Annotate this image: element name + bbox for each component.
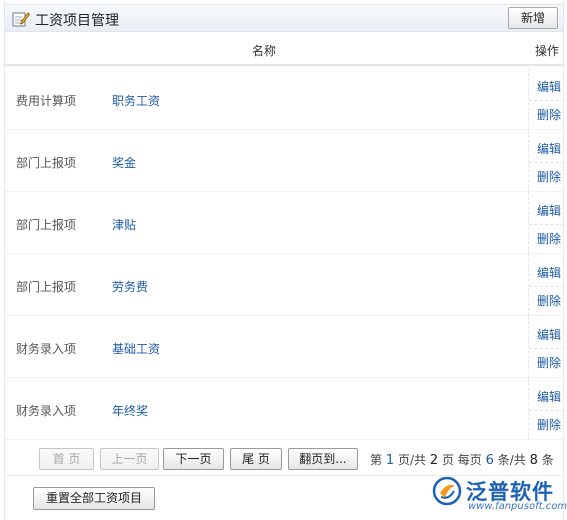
delete-link[interactable]: 删除 (537, 354, 561, 371)
table-row: 财务录入项 基础工资 编辑 删除 (4, 316, 564, 378)
brand-logo: 泛普软件 www.fanpusoft.com (432, 474, 567, 514)
divider (529, 224, 564, 225)
row-name-link[interactable]: 基础工资 (112, 340, 160, 357)
row-actions: 编辑 删除 (528, 192, 564, 254)
next-page-button[interactable]: 下一页 (163, 448, 224, 470)
row-actions: 编辑 删除 (528, 378, 564, 440)
column-header-operation: 操作 (534, 44, 559, 58)
row-name-link[interactable]: 职务工资 (112, 92, 160, 109)
table-row: 财务录入项 年终奖 编辑 删除 (4, 378, 564, 440)
row-actions: 编辑 删除 (528, 68, 564, 130)
panel-header: 工资项目管理 新增 (4, 4, 564, 32)
column-header-name: 名称 (251, 44, 276, 58)
divider (529, 348, 564, 349)
brand-mark-icon (432, 476, 462, 506)
new-button[interactable]: 新增 (508, 7, 558, 29)
row-name-link[interactable]: 津贴 (112, 216, 136, 233)
delete-link[interactable]: 删除 (537, 292, 561, 309)
divider (529, 100, 564, 101)
row-category: 财务录入项 (16, 404, 77, 418)
total-pages: 2 (429, 453, 439, 468)
total-items: 8 (529, 453, 538, 468)
brand-url: www.fanpusoft.com (468, 501, 567, 512)
row-category: 财务录入项 (16, 342, 77, 356)
pagination-info: 第 1 页/共 2 页 每页 6 条/共 8 条 (370, 451, 554, 468)
row-category: 部门上报项 (16, 280, 77, 294)
page-title: 工资项目管理 (35, 13, 119, 29)
prev-page-button[interactable]: 上一页 (100, 448, 159, 470)
reset-all-button[interactable]: 重置全部工资项目 (33, 487, 155, 510)
delete-link[interactable]: 删除 (537, 168, 561, 185)
delete-link[interactable]: 删除 (537, 416, 561, 433)
table-row: 费用计算项 职务工资 编辑 删除 (4, 68, 564, 130)
table-header: 名称 操作 (4, 36, 564, 66)
pager-text: 条 (541, 453, 554, 467)
row-category: 费用计算项 (16, 94, 77, 108)
edit-link[interactable]: 编辑 (537, 140, 561, 157)
pager-text: 页/共 (397, 453, 426, 467)
row-actions: 编辑 删除 (528, 254, 564, 316)
delete-link[interactable]: 删除 (537, 106, 561, 123)
pager-text: 条/共 (497, 453, 526, 467)
row-name-link[interactable]: 劳务费 (112, 278, 148, 295)
per-page-count: 6 (485, 453, 494, 468)
row-name-link[interactable]: 年终奖 (112, 402, 148, 419)
row-actions: 编辑 删除 (528, 130, 564, 192)
last-page-button[interactable]: 尾 页 (230, 448, 282, 470)
pagination-bar: 首 页 上一页 下一页 尾 页 翻页到... 第 1 页/共 2 页 每页 6 … (4, 444, 564, 476)
table-row: 部门上报项 奖金 编辑 删除 (4, 130, 564, 192)
current-page: 1 (385, 453, 395, 468)
pager-text: 第 (370, 453, 383, 467)
row-actions: 编辑 删除 (528, 316, 564, 378)
row-category: 部门上报项 (16, 156, 77, 170)
table-row: 部门上报项 津贴 编辑 删除 (4, 192, 564, 254)
delete-link[interactable]: 删除 (537, 230, 561, 247)
edit-link[interactable]: 编辑 (537, 264, 561, 281)
table-row: 部门上报项 劳务费 编辑 删除 (4, 254, 564, 316)
edit-link[interactable]: 编辑 (537, 202, 561, 219)
divider (529, 410, 564, 411)
jump-to-page-button[interactable]: 翻页到... (288, 448, 358, 470)
row-category: 部门上报项 (16, 218, 77, 232)
edit-link[interactable]: 编辑 (537, 78, 561, 95)
divider (529, 286, 564, 287)
pager-text: 页 每页 (441, 453, 482, 467)
divider (529, 162, 564, 163)
edit-note-icon (12, 12, 30, 27)
edit-link[interactable]: 编辑 (537, 326, 561, 343)
row-name-link[interactable]: 奖金 (112, 154, 136, 171)
edit-link[interactable]: 编辑 (537, 388, 561, 405)
first-page-button[interactable]: 首 页 (39, 448, 94, 470)
